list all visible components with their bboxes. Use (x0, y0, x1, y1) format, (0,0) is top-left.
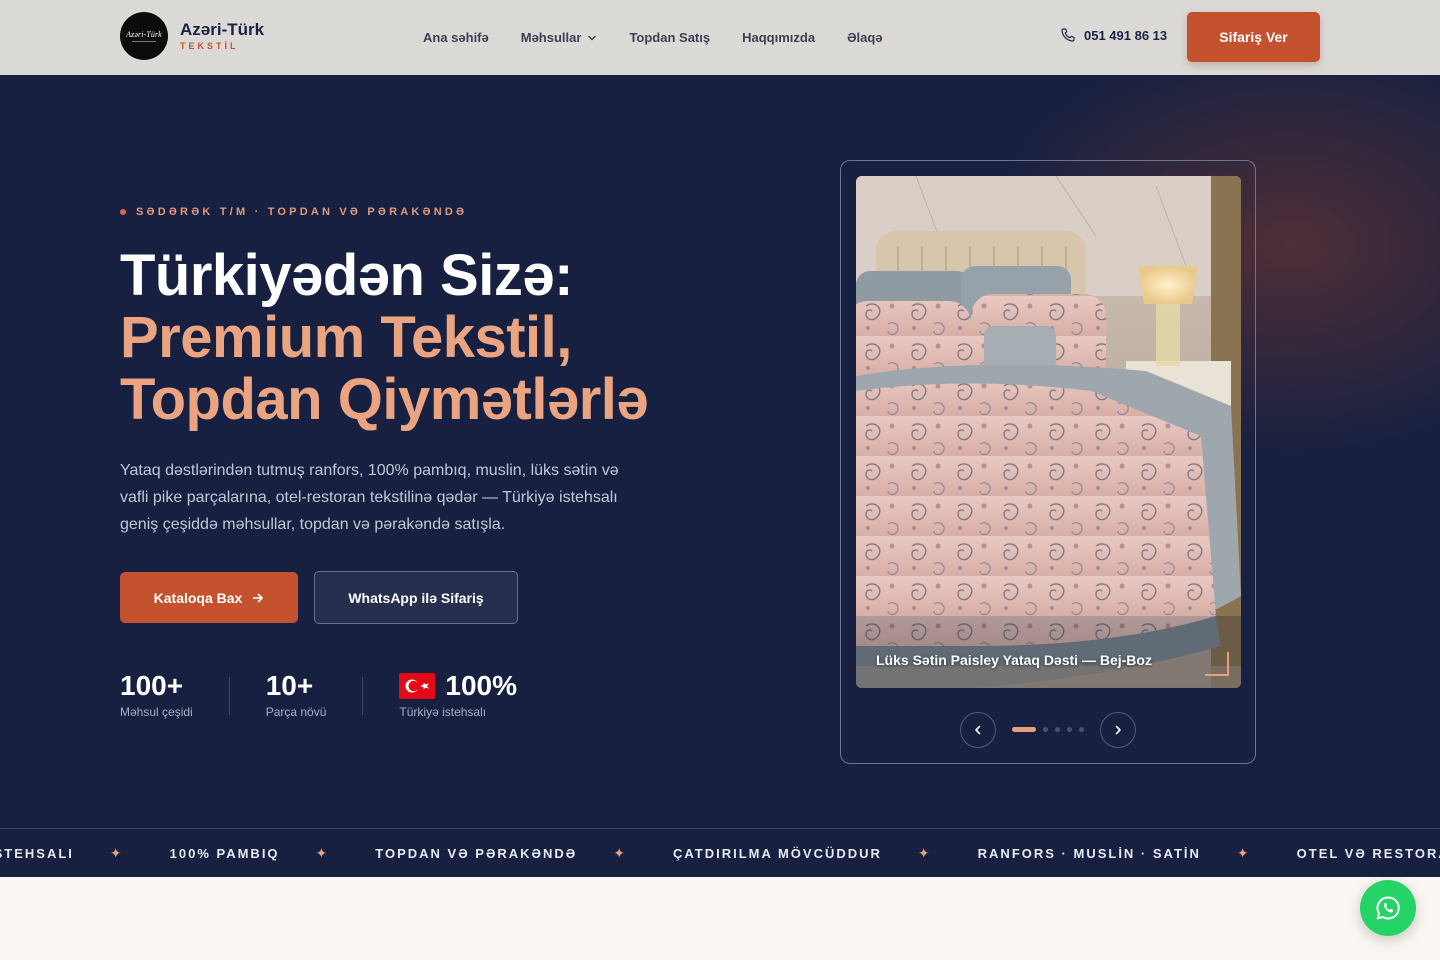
hero-lead: Yataq dəstlərindən tutmuş ranfors, 100% … (120, 462, 619, 533)
slide-corner-accent (1205, 652, 1229, 676)
marquee-item: TOPDAN VƏ PƏRAKƏNDƏ (375, 846, 578, 861)
slider-dot[interactable] (1067, 727, 1072, 732)
phone-link[interactable]: 051 491 86 13 (1060, 27, 1167, 43)
hero-section: SƏDƏRƏK T/M · TOPDAN VƏ PƏRAKƏNDƏ Türkiy… (0, 75, 1440, 828)
stat-divider (228, 677, 230, 715)
stat-value: 100+ (120, 670, 184, 701)
marquee-item: OTEL VƏ RESTORAN TEKSTİLİ (1296, 846, 1440, 861)
nav-about[interactable]: Haqqımızda (742, 30, 815, 45)
nav-products[interactable]: Məhsullar (521, 30, 598, 45)
hero-stats: 100+ Məhsul çeşidi 10+ Parça növü 100% T… (120, 669, 517, 719)
phone-number: 051 491 86 13 (1084, 27, 1168, 43)
slide-image[interactable]: Lüks Sətin Paisley Yataq Dəsti — Bej-Boz (856, 176, 1241, 688)
slider-dot[interactable] (1043, 727, 1048, 732)
main-nav: Ana səhifə Məhsullar Topdan Satış Haqqım… (423, 0, 883, 75)
phone-icon (1061, 28, 1075, 42)
headline-line-3: Topdan Qiymətlərlə (120, 367, 649, 432)
catalog-button-label: Kataloqa Bax (153, 589, 243, 606)
eyebrow-dot (120, 209, 126, 215)
whatsapp-icon (1376, 896, 1400, 920)
logo-badge-line (132, 41, 156, 42)
marquee-item: ÇATDIRILMA MÖVCÜDDUR (672, 846, 882, 861)
headline-line-2: Premium Tekstil, (120, 305, 572, 370)
slider-dot[interactable] (1079, 727, 1084, 732)
nav-wholesale[interactable]: Topdan Satış (629, 30, 710, 45)
chevron-left-icon (975, 725, 981, 735)
stat-products: 100+ Məhsul çeşidi (120, 669, 193, 719)
stat-divider (362, 677, 364, 715)
stat-turkey: 100% Türkiyə istehsalı (399, 669, 517, 719)
slider-next-button[interactable] (1100, 712, 1136, 748)
stat-label: Parça növü (265, 705, 327, 719)
stat-fabrics: 10+ Parça növü (266, 669, 327, 719)
bedroom-illustration (856, 176, 1241, 688)
whatsapp-fab[interactable] (1360, 880, 1416, 936)
arrow-right-icon (253, 593, 264, 602)
stat-label: Türkiyə istehsalı (399, 705, 487, 719)
eyebrow-text: SƏDƏRƏK T/M · TOPDAN VƏ PƏRAKƏNDƏ (136, 206, 468, 218)
star-icon: ✦ (1236, 845, 1249, 861)
logo-subtitle: TEKSTİL (180, 41, 239, 51)
catalog-button[interactable]: Kataloqa Bax (120, 572, 298, 623)
marquee-item: RANFORS · MUSLİN · SATİN (977, 846, 1201, 861)
slider-dot-active[interactable] (1012, 727, 1036, 732)
nav-home[interactable]: Ana səhifə (423, 30, 489, 45)
chevron-right-icon (1115, 725, 1121, 735)
star-icon: ✦ (613, 845, 625, 861)
logo-name: Azəri-Türk (180, 20, 265, 39)
site-logo[interactable]: Azəri-Türk Azəri-Türk TEKSTİL (120, 12, 264, 60)
nav-products-label: Məhsullar (520, 30, 582, 45)
marquee-track: İSTEHSALI ✦ 100% PAMBIQ ✦ TOPDAN VƏ PƏRA… (0, 829, 1440, 877)
feature-marquee: İSTEHSALI ✦ 100% PAMBIQ ✦ TOPDAN VƏ PƏRA… (0, 828, 1440, 877)
marquee-item: İSTEHSALI (0, 846, 74, 861)
slider-dots (1012, 727, 1091, 732)
logo-words: Azəri-Türk TEKSTİL (180, 20, 265, 52)
stat-value: 10+ (265, 670, 314, 701)
marquee-item: 100% PAMBIQ (169, 846, 280, 861)
site-header: Azəri-Türk Azəri-Türk TEKSTİL Ana səhifə… (0, 0, 1440, 75)
hero-eyebrow: SƏDƏRƏK T/M · TOPDAN VƏ PƏRAKƏNDƏ (120, 206, 467, 218)
whatsapp-order-button[interactable]: WhatsApp ilə Sifariş (314, 571, 518, 624)
turkey-flag-icon (399, 673, 436, 699)
stat-value-row: 100% (399, 669, 517, 703)
slider-dot[interactable] (1055, 727, 1060, 732)
headline-line-1: Türkiyədən Sizə: (120, 243, 573, 308)
star-icon: ✦ (109, 845, 122, 861)
product-slider: Lüks Sətin Paisley Yataq Dəsti — Bej-Boz (840, 160, 1256, 764)
slider-prev-button[interactable] (960, 712, 996, 748)
nav-contact[interactable]: Əlaqə (847, 30, 882, 45)
stat-value: 100% (445, 670, 518, 701)
slide-caption: Lüks Sətin Paisley Yataq Dəsti — Bej-Boz (876, 652, 1152, 668)
order-button[interactable]: Sifariş Ver (1187, 12, 1320, 62)
star-icon: ✦ (315, 845, 328, 861)
chevron-down-icon (588, 35, 597, 40)
logo-badge: Azəri-Türk (120, 12, 168, 60)
star-icon: ✦ (917, 845, 930, 861)
hero-headline: Türkiyədən Sizə: Premium Tekstil, Topdan… (120, 243, 649, 432)
stat-label: Məhsul çeşidi (120, 705, 193, 719)
logo-badge-text: Azəri-Türk (126, 30, 162, 39)
